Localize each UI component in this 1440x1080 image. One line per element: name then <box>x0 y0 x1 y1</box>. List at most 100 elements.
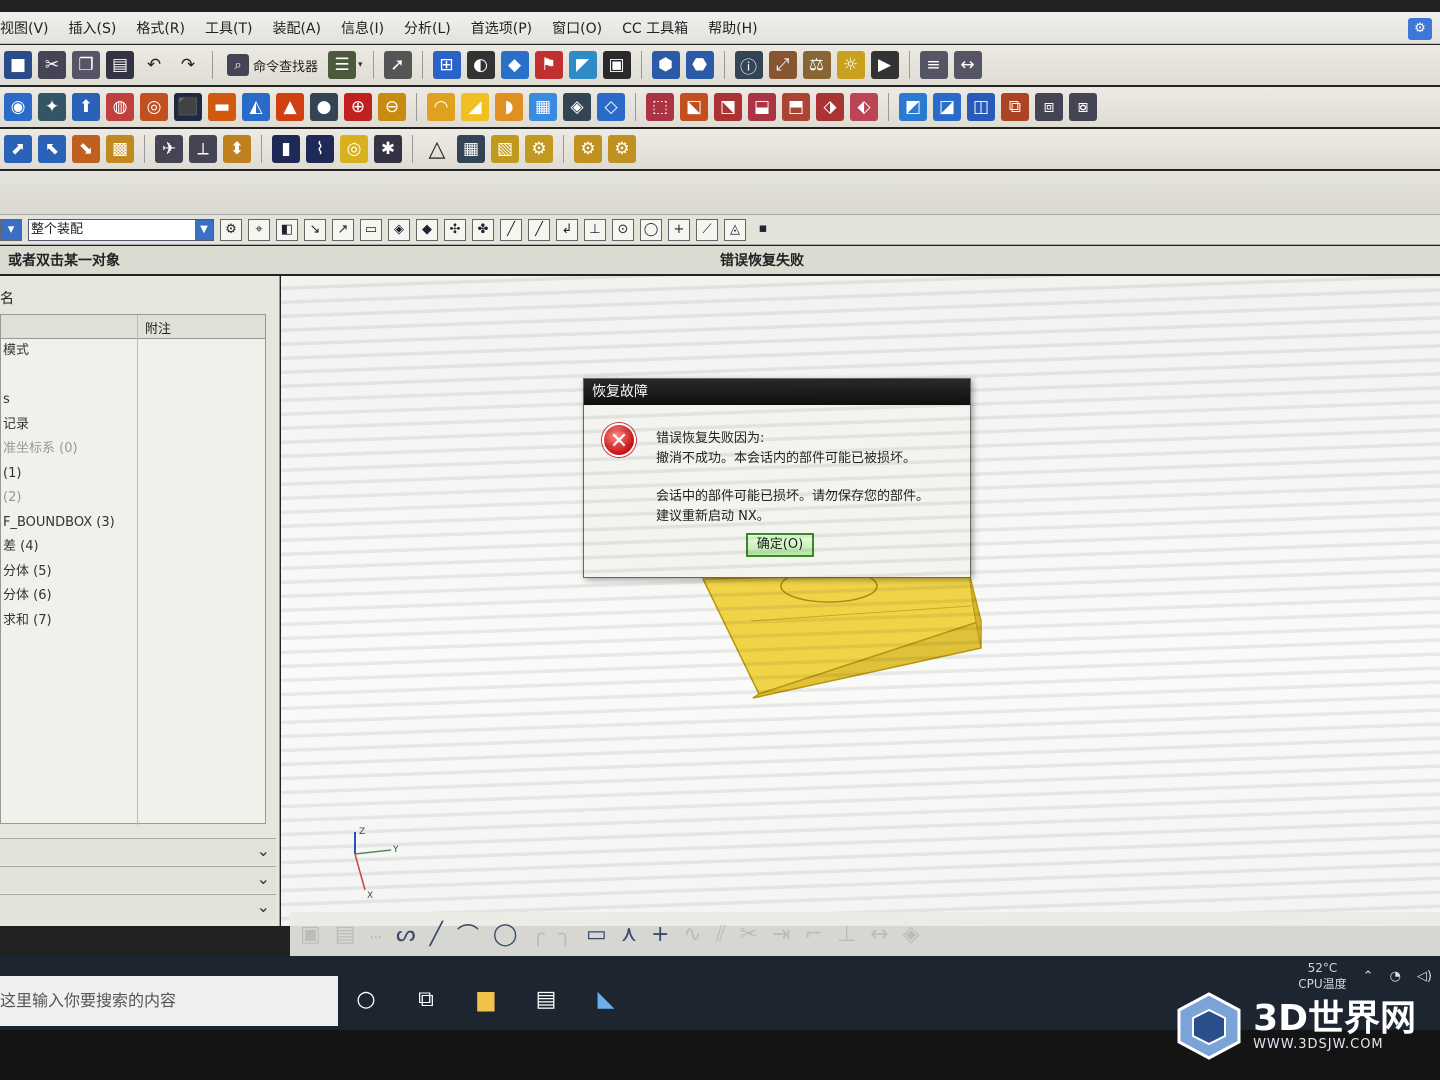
edge-blend-icon[interactable]: ◠ <box>427 93 455 121</box>
render-style-icon[interactable]: ◐ <box>466 51 495 79</box>
new-component-icon[interactable]: ⬉ <box>38 135 66 163</box>
snap-control-icon[interactable]: ↲ <box>556 218 578 241</box>
spring-icon[interactable]: ⌇ <box>306 135 334 163</box>
snap-end-icon[interactable]: ✤ <box>472 218 494 241</box>
select-edge-icon[interactable]: ↘ <box>304 218 326 241</box>
menu-analysis[interactable]: 分析(L) <box>404 18 451 38</box>
cortana-icon[interactable]: ○ <box>348 982 384 1018</box>
chevron-up-icon[interactable]: ⌃ <box>1363 969 1374 984</box>
navigator-row[interactable]: 记录 <box>1 413 265 438</box>
shell-icon[interactable]: ▦ <box>529 93 557 121</box>
yellow-part-model[interactable] <box>281 276 1440 926</box>
sketch-name-field[interactable]: ... <box>370 927 382 942</box>
navigator-row[interactable]: 分体 (6) <box>1 584 265 609</box>
chamfer-icon[interactable]: ◢ <box>461 93 489 121</box>
menu-help[interactable]: 帮助(H) <box>708 18 757 38</box>
make-corner-icon[interactable]: ⌐ <box>805 922 823 947</box>
replace-face-icon[interactable]: ⬓ <box>748 93 776 121</box>
menu-format[interactable]: 格式(R) <box>136 18 185 38</box>
extrude-icon[interactable]: ⬆ <box>72 93 100 121</box>
subtract-icon[interactable]: ⊖ <box>378 93 406 121</box>
select-component-icon[interactable]: ◆ <box>416 218 438 241</box>
add-component-icon[interactable]: ⬈ <box>4 135 32 163</box>
navigator-row[interactable]: s <box>1 388 265 413</box>
layer-icon[interactable]: ▣ <box>602 51 631 79</box>
assembly-constraints-icon[interactable]: ⟂ <box>189 135 217 163</box>
delete-face-icon[interactable]: ⬔ <box>714 93 742 121</box>
pull-face-icon[interactable]: ⬕ <box>680 93 708 121</box>
fit-icon[interactable]: ⊞ <box>432 51 461 79</box>
quick-trim-icon[interactable]: ✂ <box>740 922 758 947</box>
macro-icon[interactable]: ☼ <box>836 51 865 79</box>
snap-center-icon[interactable]: ⊙ <box>612 218 634 241</box>
polygon-icon[interactable]: ⋏ <box>621 922 637 947</box>
block-icon[interactable]: ▬ <box>208 93 236 121</box>
dimension-sketch-icon[interactable]: ↔ <box>870 922 888 947</box>
circle-icon[interactable]: ◯ <box>493 922 518 947</box>
selection-scope-dropdown[interactable]: 整个装配 ▼ <box>28 218 214 241</box>
redo-icon[interactable]: ↷ <box>174 51 202 79</box>
pattern-face-icon[interactable]: ⬖ <box>850 93 878 121</box>
boss-icon[interactable]: ◎ <box>140 93 168 121</box>
sketch-name-icon[interactable]: ▤ <box>335 922 356 947</box>
paste-icon[interactable]: ▤ <box>106 51 134 79</box>
select-icon[interactable]: ➚ <box>383 51 412 79</box>
trim-body-icon[interactable]: ◈ <box>563 93 591 121</box>
nx-app-icon[interactable]: ◣ <box>588 982 624 1018</box>
patch-icon[interactable]: ⧇ <box>1069 93 1097 121</box>
chamfer-sketch-icon[interactable]: ╮ <box>559 922 572 947</box>
triangle-icon[interactable]: △ <box>423 135 451 163</box>
snap-bounded-icon[interactable]: ▪ <box>752 219 774 241</box>
navigator-row[interactable] <box>1 364 265 389</box>
task-view-icon[interactable]: ⧉ <box>408 982 444 1018</box>
snap-mid-icon[interactable]: ╱ <box>528 218 550 241</box>
navigator-row[interactable]: (1) <box>1 462 265 487</box>
taskbar-search-input[interactable]: 这里输入你要搜索的内容 <box>0 976 338 1026</box>
profile-icon[interactable]: ᔕ <box>396 922 416 947</box>
snap-on-face-icon[interactable]: ◬ <box>724 218 746 241</box>
navigator-row[interactable]: 模式 <box>1 339 265 364</box>
menu-assembly[interactable]: 装配(A) <box>272 18 321 38</box>
dimension-icon[interactable]: ↔ <box>953 51 982 79</box>
constraints-icon[interactable]: ⊥ <box>837 922 856 947</box>
gear-pair-icon[interactable]: ⚙ <box>574 135 602 163</box>
pocket-icon[interactable]: ⬛ <box>174 93 202 121</box>
cone-icon[interactable]: ▲ <box>276 93 304 121</box>
command-finder-button[interactable]: ⌕ 命令查找器 <box>223 54 322 76</box>
rectangle-icon[interactable]: ▭ <box>586 922 607 947</box>
touch-mode-icon[interactable]: ☰ <box>328 51 357 79</box>
playback-icon[interactable]: ▶ <box>870 51 899 79</box>
sketch-finish-icon[interactable]: ▣ <box>300 922 321 947</box>
chevron-down-icon[interactable]: ⌄ <box>257 841 270 860</box>
navigator-row[interactable]: 求和 (7) <box>1 609 265 634</box>
filter-settings-icon[interactable]: ⚙ <box>220 218 242 241</box>
navigator-row[interactable]: (2) <box>1 486 265 511</box>
through-curves-icon[interactable]: ◪ <box>933 93 961 121</box>
chevron-down-icon[interactable]: ⌄ <box>257 869 270 888</box>
ruler-icon[interactable]: ≡ <box>919 51 948 79</box>
hide-icon[interactable]: ◤ <box>568 51 597 79</box>
quick-extend-icon[interactable]: ⇥ <box>772 922 790 947</box>
gear-icon[interactable]: ⚙ <box>608 135 636 163</box>
undo-icon[interactable]: ↶ <box>140 51 168 79</box>
select-face-icon[interactable]: ◧ <box>276 218 298 241</box>
cpu-temperature[interactable]: 52°C CPU温度 <box>1298 960 1346 992</box>
rectangle-select-icon[interactable]: ▭ <box>360 218 382 241</box>
datum-icon[interactable]: ✦ <box>38 93 66 121</box>
fillet-icon[interactable]: ╭ <box>532 922 545 947</box>
snap-point-icon[interactable]: ✣ <box>444 218 466 241</box>
bug-icon[interactable]: ✱ <box>374 135 402 163</box>
file-explorer-icon[interactable]: ▆ <box>468 982 504 1018</box>
type-filter-icon[interactable]: ▾ <box>0 218 22 241</box>
volume-icon[interactable]: ◁) <box>1417 969 1432 984</box>
mirror-assembly-icon[interactable]: ⬊ <box>72 135 100 163</box>
copy-icon[interactable]: ❐ <box>72 51 100 79</box>
orient-view-icon[interactable]: ◆ <box>500 51 529 79</box>
synchronous-icon[interactable]: ⬗ <box>816 93 844 121</box>
component-array-icon[interactable]: ▩ <box>106 135 134 163</box>
dependencies-panel[interactable]: ⌄ <box>0 894 276 920</box>
snap-on-curve-icon[interactable]: ⟋ <box>696 218 718 241</box>
snap-intersect-icon[interactable]: ⊥ <box>584 218 606 241</box>
cut-icon[interactable]: ✂ <box>38 51 66 79</box>
menu-insert[interactable]: 插入(S) <box>69 18 117 38</box>
